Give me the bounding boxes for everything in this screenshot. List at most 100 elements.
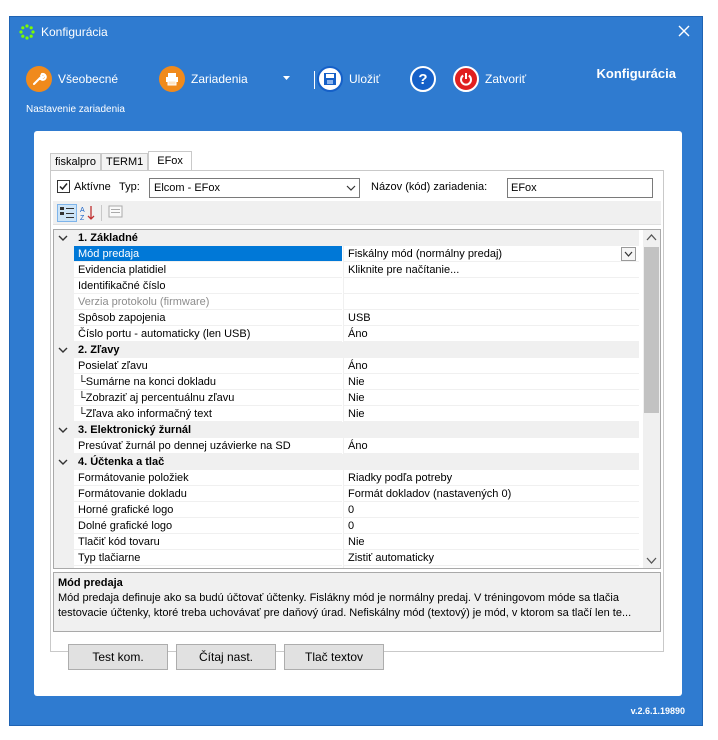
property-name[interactable]: Typ tlačiarne [74,550,342,566]
row-gutter [54,470,74,486]
property-value[interactable] [343,566,639,568]
property-name[interactable]: Mód predaja [74,246,342,262]
checkmark-icon [59,183,68,191]
property-name[interactable]: Identifikačné číslo [74,278,342,294]
property-name[interactable]: Spôsob zapojenia [74,310,342,326]
sort-az-icon: AZ [80,206,95,222]
property-value[interactable]: Áno [343,438,639,454]
property-value[interactable]: Nie [343,390,639,406]
tab-term1[interactable]: TERM1 [100,153,149,171]
property-value[interactable]: Fiskálny mód (normálny predaj) [343,246,639,262]
property-name[interactable]: └Zľava ako informačný text [74,406,342,422]
property-value[interactable]: 0 [343,518,639,534]
property-grid-scrollbar[interactable] [643,230,660,568]
active-checkbox[interactable] [57,180,70,193]
property-name[interactable]: Formátovanie dokladu [74,486,342,502]
category-row: 4. Účtenka a tlač [54,454,639,470]
property-name[interactable]: Číslo portu - automaticky (len USB) [74,326,342,342]
close-app-button[interactable]: Zatvoriť [453,65,526,93]
test-communication-button[interactable]: Test kom. [68,644,168,670]
read-settings-button[interactable]: Čítaj nast. [176,644,276,670]
scroll-down-icon[interactable] [646,556,657,565]
property-name[interactable]: └Zobraziť aj percentuálnu zľavu [74,390,342,406]
svg-text:A: A [80,207,85,214]
row-gutter [54,518,74,534]
property-name[interactable]: Tlačiť kód tovaru [74,534,342,550]
property-value-text: Riadky podľa potreby [348,472,453,484]
property-value[interactable]: Áno [343,358,639,374]
help-button[interactable]: ? [410,65,442,93]
row-gutter [54,358,74,374]
config-window: Konfigurácia Všeobecné Zariadenia Uložiť… [9,16,703,726]
floppy-disk-icon [317,66,343,92]
property-name[interactable]: Horné grafické logo [74,502,342,518]
alphabetical-sort-button[interactable]: AZ [79,204,99,222]
property-row: Horné grafické logo 0 [54,502,639,518]
property-value[interactable]: 0 [343,502,639,518]
property-value-text: Áno [348,328,368,340]
property-value[interactable]: Riadky podľa potreby [343,470,639,486]
devices-button[interactable]: Zariadenia [159,65,248,93]
collapse-chevron-icon[interactable] [58,457,68,467]
scroll-up-icon[interactable] [646,233,657,242]
property-description-panel: Mód predaja Mód predaja definuje ako sa … [53,572,661,632]
category-label: 1. Základné [78,232,138,244]
value-dropdown-button[interactable] [621,247,636,261]
scrollbar-thumb[interactable] [644,247,659,413]
row-gutter [54,502,74,518]
property-name[interactable]: Dolné grafické logo [74,518,342,534]
property-name[interactable]: Verzia protokolu (firmware) [74,294,342,310]
property-value[interactable]: Zistiť automaticky [343,550,639,566]
print-texts-button[interactable]: Tlač textov [284,644,384,670]
collapse-chevron-icon[interactable] [58,345,68,355]
property-value[interactable]: Áno [343,326,639,342]
property-pages-button[interactable] [107,204,127,222]
row-gutter [54,390,74,406]
collapse-chevron-icon[interactable] [58,233,68,243]
property-name[interactable]: Posielať zľavu [74,358,342,374]
window-title: Konfigurácia [41,25,108,39]
device-tabs: fiskalpro TERM1 EFox [50,151,192,171]
property-value-text: Formát dokladov (nastavených 0) [348,488,512,500]
row-gutter [54,278,74,294]
property-value[interactable]: Nie [343,374,639,390]
row-gutter [54,550,74,566]
property-value-text: Nie [348,376,365,388]
row-gutter [54,486,74,502]
save-button[interactable]: Uložiť [317,65,380,93]
property-name[interactable]: Formátovanie položiek [74,470,342,486]
device-header-row: Aktívne Typ: Elcom - EFox Názov (kód) za… [57,177,657,198]
property-value[interactable]: USB [343,310,639,326]
type-select-value: Elcom - EFox [154,182,221,194]
toolbar-separator [101,205,102,221]
devices-label: Zariadenia [191,72,248,86]
type-select[interactable]: Elcom - EFox [149,178,360,198]
tab-efox[interactable]: EFox [148,151,192,171]
content-panel: fiskalpro TERM1 EFox Aktívne Typ: Elcom … [34,131,682,696]
property-name[interactable]: Nastavenie účtenky [74,566,342,568]
property-value[interactable]: Formát dokladov (nastavených 0) [343,486,639,502]
device-name-input[interactable]: EFox [507,178,653,198]
property-name[interactable]: Evidencia platidiel [74,262,342,278]
dropdown-arrow-icon[interactable] [282,75,291,82]
close-icon[interactable] [674,21,694,41]
property-name[interactable]: └Sumárne na konci dokladu [74,374,342,390]
category-row: 2. Zľavy [54,342,639,358]
property-grid-toolbar: AZ [53,201,661,225]
collapse-chevron-icon[interactable] [58,425,68,435]
categorized-view-button[interactable] [57,204,77,222]
toolbar-separator [314,71,315,89]
property-value-text: Nie [348,392,365,404]
property-value[interactable]: Nie [343,406,639,422]
property-row: Formátovanie položiek Riadky podľa potreb… [54,470,639,486]
property-value[interactable] [343,294,639,310]
property-row: Verzia protokolu (firmware) [54,294,639,310]
property-value[interactable]: Kliknite pre načítanie... [343,262,639,278]
property-name[interactable]: Presúvať žurnál po dennej uzávierke na S… [74,438,342,454]
tab-fiskalpro[interactable]: fiskalpro [50,153,101,171]
svg-text:Z: Z [80,215,85,222]
property-value[interactable] [343,278,639,294]
property-row: └Zobraziť aj percentuálnu zľavu Nie [54,390,639,406]
property-value[interactable]: Nie [343,534,639,550]
general-button[interactable]: Všeobecné [26,65,118,93]
